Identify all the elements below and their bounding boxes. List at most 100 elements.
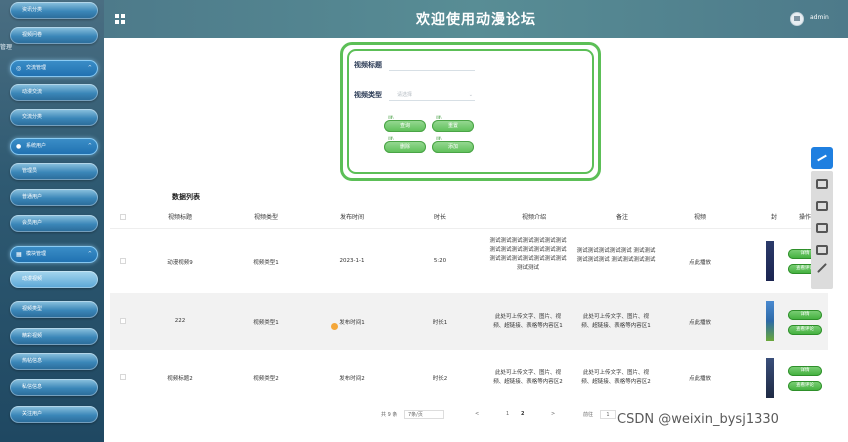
cell-title: 222 bbox=[174, 318, 186, 324]
sidebar-item-label: 会员用户 bbox=[22, 220, 43, 226]
column-header-cover: 封 bbox=[770, 214, 777, 221]
sidebar-item-admin[interactable]: 管理员 bbox=[10, 163, 98, 180]
screenshot-tool-icon[interactable] bbox=[811, 147, 833, 169]
select-all-checkbox[interactable] bbox=[120, 214, 126, 220]
sidebar-item-label: 管理员 bbox=[22, 168, 38, 174]
cell-type: 视频类型2 bbox=[253, 376, 279, 382]
sidebar-group-exchange[interactable]: ◎ 交流管理 ^ bbox=[10, 60, 98, 77]
page-size-label: 7条/页 bbox=[408, 412, 423, 418]
sidebar-item-news-category[interactable]: 资讯分类 bbox=[10, 2, 98, 19]
table-row: 视频标题2 视频类型2 发布时间2 时长2 此处可上传文字、图片、视频、超链接、… bbox=[110, 350, 828, 407]
sidebar-item-label: 视频类型 bbox=[22, 306, 43, 312]
chevron-up-icon: ^ bbox=[87, 251, 92, 257]
side-toolbar bbox=[811, 171, 833, 289]
camera-icon[interactable] bbox=[816, 179, 828, 189]
cover-thumbnail bbox=[766, 301, 774, 341]
chat-icon: ◎ bbox=[16, 65, 22, 72]
row-checkbox[interactable] bbox=[120, 318, 126, 324]
delete-button-label: 删除 bbox=[399, 144, 410, 150]
video-title-label: 视频标题 bbox=[354, 61, 382, 69]
sidebar-item-label: 关注用户 bbox=[22, 411, 43, 417]
add-button-label: 添加 bbox=[447, 144, 458, 150]
sidebar-item-normal-users[interactable]: 普通用户 bbox=[10, 189, 98, 206]
sidebar-group-modules[interactable]: ▦ 模块管理 ^ bbox=[10, 246, 98, 263]
sidebar-item-label: 交流分类 bbox=[22, 114, 43, 120]
grid-icon: ▦ bbox=[16, 251, 22, 258]
sidebar-item-label: 动漫视频 bbox=[22, 276, 43, 282]
sidebar-item-member-users[interactable]: 会员用户 bbox=[10, 215, 98, 232]
grass-decoration-icon: ﾊﾊﾊ bbox=[388, 115, 393, 121]
next-page-button[interactable]: > bbox=[551, 411, 555, 417]
sidebar-cut-label: 管理 bbox=[0, 44, 13, 51]
view-comments-button[interactable]: 查看评论 bbox=[788, 381, 822, 391]
reset-button[interactable]: ﾊﾊﾊ 重置 bbox=[432, 116, 474, 132]
sidebar-group-label: 系统用户 bbox=[26, 143, 47, 149]
cell-video-play[interactable]: 点此播放 bbox=[670, 258, 730, 266]
table-row: 动漫视频9 视频类型1 2023-1-1 5:20 测试测试测试测试测试测试测试… bbox=[110, 229, 828, 293]
search-panel: 视频标题 视频类型 请选择 ⌄ ﾊﾊﾊ 查询 ﾊﾊﾊ 重置 ﾊﾊﾊ 删除 ﾊﾊﾊ 添加 bbox=[340, 42, 601, 181]
add-button[interactable]: ﾊﾊﾊ 添加 bbox=[432, 137, 474, 153]
detail-button[interactable]: 详情 bbox=[788, 310, 822, 320]
pager-total: 共 9 条 bbox=[381, 412, 398, 418]
sidebar-item-label: 热帖信息 bbox=[22, 358, 43, 364]
gif-icon[interactable] bbox=[816, 223, 828, 233]
sidebar-item-video-survey[interactable]: 视频问卷 bbox=[10, 27, 98, 44]
video-type-placeholder: 请选择 bbox=[397, 92, 413, 98]
sidebar-group-label: 模块管理 bbox=[26, 251, 47, 257]
watermark: CSDN @weixin_bysj1330 bbox=[617, 412, 779, 427]
page-title: 欢迎使用动漫论坛 bbox=[416, 12, 536, 28]
cell-type: 视频类型1 bbox=[253, 260, 279, 266]
sidebar-item-anime-video[interactable]: 动漫视频 bbox=[10, 271, 98, 288]
row-checkbox[interactable] bbox=[120, 258, 126, 264]
chevron-up-icon: ^ bbox=[87, 143, 92, 149]
sidebar-item-exchange-category[interactable]: 交流分类 bbox=[10, 109, 98, 126]
sidebar-item-label: 普通用户 bbox=[22, 194, 43, 200]
sidebar-item-video-type[interactable]: 视频类型 bbox=[10, 301, 98, 318]
sidebar-item-follow-users[interactable]: 关注用户 bbox=[10, 406, 98, 423]
query-button[interactable]: ﾊﾊﾊ 查询 bbox=[384, 116, 426, 132]
cell-title: 视频标题2 bbox=[167, 376, 193, 382]
cell-remark: 此处可上传文字、图片、视频、超链接、表格等内容区2 bbox=[581, 370, 651, 385]
cell-video-play[interactable]: 点此播放 bbox=[670, 374, 730, 382]
sidebar-item-hot-posts[interactable]: 热帖信息 bbox=[10, 353, 98, 370]
detail-button[interactable]: 详情 bbox=[788, 366, 822, 376]
table-row: 222 视频类型1 发布时间1 时长1 此处可上传文字、图片、视频、超链接、表格… bbox=[110, 293, 828, 350]
cell-remark: 此处可上传文字、图片、视频、超链接、表格等内容区1 bbox=[581, 314, 651, 329]
avatar[interactable] bbox=[790, 12, 804, 26]
sidebar-item-label: 私信信息 bbox=[22, 384, 43, 390]
column-header-title: 视频标题 bbox=[167, 214, 192, 221]
view-comments-button[interactable]: 查看评论 bbox=[788, 325, 822, 335]
goto-label: 前往 bbox=[583, 412, 594, 418]
cell-type: 视频类型1 bbox=[253, 320, 279, 326]
copy-icon[interactable] bbox=[816, 245, 828, 255]
delete-button[interactable]: ﾊﾊﾊ 删除 bbox=[384, 137, 426, 153]
page-1-button[interactable]: 1 bbox=[506, 411, 509, 417]
sidebar-item-private-messages[interactable]: 私信信息 bbox=[10, 379, 98, 396]
page-size-select[interactable]: 7条/页 bbox=[404, 410, 444, 419]
column-header-video: 视频 bbox=[693, 214, 706, 221]
prev-page-button[interactable]: < bbox=[475, 411, 479, 417]
user-name[interactable]: admin bbox=[810, 14, 829, 21]
pen-icon[interactable] bbox=[817, 263, 827, 273]
cell-intro: 测试测试测试测试测试测试测试测试测试测试测试测试测试测试 测试测试测试测试测试测… bbox=[489, 238, 567, 271]
row-checkbox[interactable] bbox=[120, 374, 126, 380]
sidebar-group-system-users[interactable]: ● 系统用户 ^ bbox=[10, 138, 98, 155]
gallery-icon[interactable] bbox=[816, 201, 828, 211]
reset-button-label: 重置 bbox=[447, 123, 458, 129]
cover-thumbnail bbox=[766, 241, 774, 281]
grass-decoration-icon: ﾊﾊﾊ bbox=[436, 115, 441, 121]
video-title-input[interactable] bbox=[389, 59, 475, 71]
query-button-label: 查询 bbox=[399, 123, 410, 129]
goto-page-input[interactable]: 1 bbox=[600, 410, 616, 419]
sidebar-item-anime-exchange[interactable]: 动漫交流 bbox=[10, 84, 98, 101]
cell-video-play[interactable]: 点此播放 bbox=[670, 318, 730, 326]
column-header-intro: 视频介绍 bbox=[521, 214, 546, 221]
cell-title: 动漫视频9 bbox=[167, 260, 193, 266]
video-type-select[interactable]: 请选择 ⌄ bbox=[389, 89, 475, 101]
video-type-label: 视频类型 bbox=[354, 91, 382, 99]
chevron-up-icon: ^ bbox=[87, 65, 92, 71]
sidebar: 管理 资讯分类 视频问卷 ◎ 交流管理 ^ 动漫交流 交流分类 ● 系统用户 ^… bbox=[0, 0, 104, 442]
grass-decoration-icon: ﾊﾊﾊ bbox=[436, 136, 441, 142]
page-2-button[interactable]: 2 bbox=[521, 411, 524, 417]
sidebar-item-featured-video[interactable]: 精彩视频 bbox=[10, 328, 98, 345]
